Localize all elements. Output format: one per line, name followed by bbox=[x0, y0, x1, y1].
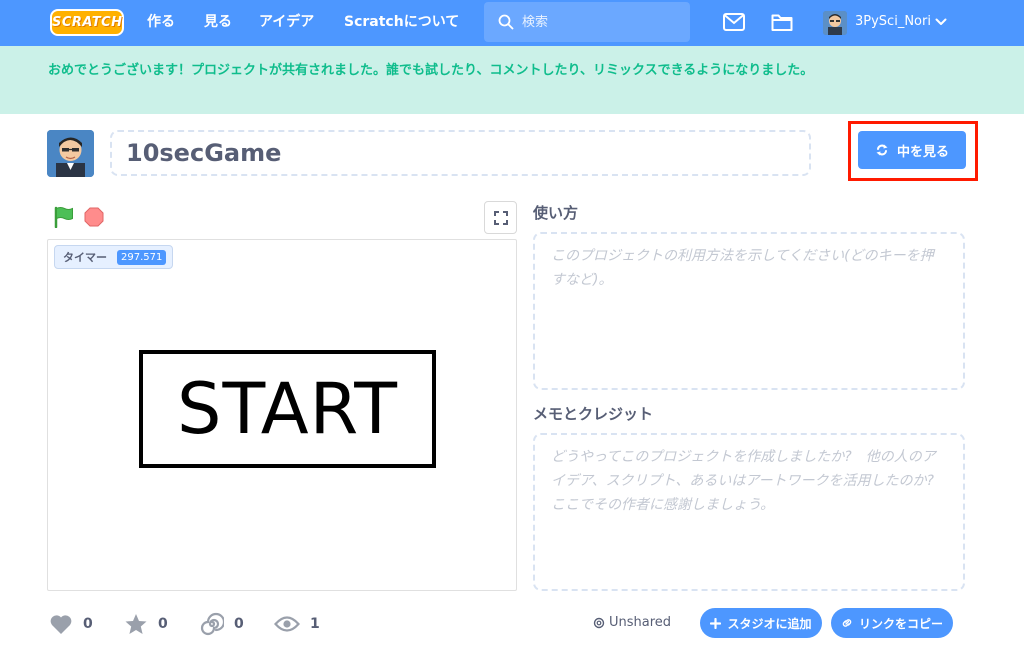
monitor-label: タイマー bbox=[63, 251, 107, 264]
instructions-textarea[interactable] bbox=[533, 232, 965, 390]
remix-arrows-icon bbox=[876, 144, 888, 156]
heart-icon bbox=[50, 615, 72, 634]
nav-explore[interactable]: 見る bbox=[204, 0, 232, 46]
favorite-count: 0 bbox=[158, 616, 168, 632]
monitor-value: 297.571 bbox=[117, 249, 167, 265]
copy-link-button[interactable]: リンクをコピー bbox=[831, 608, 953, 638]
nav-ideas[interactable]: アイデア bbox=[259, 0, 314, 46]
chevron-down-icon[interactable] bbox=[935, 17, 947, 27]
copy-link-label: リンクをコピー bbox=[858, 616, 943, 631]
nav-about[interactable]: Scratchについて bbox=[344, 0, 459, 46]
add-to-studio-label: スタジオに追加 bbox=[727, 616, 812, 631]
timer-monitor: タイマー 297.571 bbox=[54, 245, 174, 269]
love-stat[interactable]: 0 bbox=[49, 612, 93, 636]
search-bar[interactable] bbox=[484, 2, 690, 42]
unshared-icon bbox=[593, 617, 605, 629]
project-title-input[interactable]: 10secGame bbox=[110, 130, 811, 176]
top-navbar: SCRATCH 作る 見る アイデア Scratchについて 3PySci_No… bbox=[0, 0, 1024, 46]
instructions-label: 使い方 bbox=[533, 204, 579, 222]
fullscreen-button[interactable] bbox=[484, 201, 517, 234]
eye-icon bbox=[274, 616, 300, 632]
user-avatar[interactable] bbox=[823, 11, 847, 35]
username-link[interactable]: 3PySci_Nori bbox=[855, 0, 931, 46]
search-input[interactable] bbox=[522, 2, 682, 42]
link-icon bbox=[842, 619, 852, 627]
scratch-logo[interactable]: SCRATCH bbox=[50, 9, 124, 36]
stop-icon[interactable] bbox=[84, 207, 104, 227]
love-count: 0 bbox=[83, 616, 93, 632]
green-flag-icon[interactable] bbox=[53, 206, 75, 228]
unshared-status[interactable]: Unshared bbox=[593, 612, 671, 634]
unshared-label: Unshared bbox=[609, 615, 672, 630]
banner-message: おめでとうございます！プロジェクトが共有されました。誰でも試したり、コメントした… bbox=[48, 63, 814, 78]
plus-icon bbox=[710, 617, 722, 629]
remix-count: 0 bbox=[234, 616, 244, 632]
view-count: 1 bbox=[310, 616, 320, 632]
fullscreen-icon bbox=[493, 210, 508, 225]
folder-icon[interactable] bbox=[771, 12, 793, 32]
view-stat: 1 bbox=[274, 612, 320, 636]
search-icon bbox=[498, 14, 514, 30]
share-success-banner: おめでとうございます！プロジェクトが共有されました。誰でも試したり、コメントした… bbox=[0, 46, 1024, 114]
remix-spiral-icon bbox=[200, 612, 224, 636]
start-sprite[interactable]: START bbox=[139, 350, 436, 468]
notes-label: メモとクレジット bbox=[533, 405, 654, 423]
see-inside-button[interactable]: 中を見る bbox=[858, 131, 966, 169]
remix-stat: 0 bbox=[200, 612, 244, 636]
add-to-studio-button[interactable]: スタジオに追加 bbox=[700, 608, 822, 638]
nav-create[interactable]: 作る bbox=[147, 0, 175, 46]
see-inside-label: 中を見る bbox=[896, 144, 949, 160]
mail-icon[interactable] bbox=[723, 13, 745, 31]
project-author-avatar[interactable] bbox=[47, 130, 94, 177]
project-stage[interactable]: タイマー 297.571 START bbox=[47, 239, 517, 591]
notes-textarea[interactable] bbox=[533, 433, 965, 591]
star-icon bbox=[125, 614, 147, 634]
favorite-stat[interactable]: 0 bbox=[124, 612, 168, 636]
